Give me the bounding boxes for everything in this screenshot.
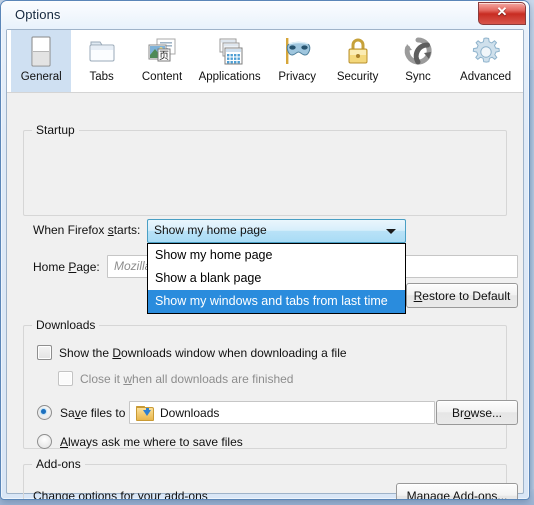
applications-icon: [214, 34, 246, 68]
options-window: Options ✕ General Tabs 页 Content Applica…: [0, 0, 530, 500]
save-files-to-radio[interactable]: [37, 405, 52, 420]
dropdown-option-home-page[interactable]: Show my home page: [148, 244, 405, 267]
tab-applications[interactable]: Applications: [192, 30, 267, 92]
startup-combobox-value: Show my home page: [154, 223, 267, 237]
tab-tabs[interactable]: Tabs: [71, 30, 131, 92]
browse-label: Browse...: [451, 405, 503, 420]
home-page-label: Home Page:: [33, 260, 100, 274]
show-downloads-window-checkbox[interactable]: [37, 345, 52, 360]
save-files-to-label: Save files to: [60, 405, 126, 420]
tab-content-label: Content: [141, 71, 183, 83]
startup-group-title: Startup: [32, 123, 79, 137]
downloads-group: Downloads: [23, 318, 507, 449]
close-icon: ✕: [496, 4, 508, 19]
manage-addons-button[interactable]: Manage Add-ons...: [396, 483, 518, 500]
download-folder-field[interactable]: Downloads: [129, 401, 435, 424]
always-ask-label: Always ask me where to save files: [60, 434, 243, 449]
close-when-finished-checkbox: [58, 371, 73, 386]
show-downloads-window-label: Show the Downloads window when downloadi…: [59, 345, 347, 360]
browse-button[interactable]: Browse...: [436, 400, 518, 425]
startup-combobox[interactable]: Show my home page: [147, 219, 406, 243]
close-when-finished-label: Close it when all downloads are finished: [80, 371, 294, 386]
advanced-gear-icon: [470, 34, 502, 68]
tab-sync[interactable]: Sync: [388, 30, 448, 92]
close-when-finished-row: Close it when all downloads are finished: [58, 371, 293, 386]
startup-group: Startup: [23, 123, 507, 216]
tab-applications-label: Applications: [198, 71, 261, 83]
close-button[interactable]: ✕: [478, 2, 526, 25]
always-ask-row[interactable]: Always ask me where to save files: [37, 434, 243, 449]
dropdown-option-last-time[interactable]: Show my windows and tabs from last time: [148, 290, 405, 313]
privacy-mask-icon: [280, 34, 314, 68]
tab-security[interactable]: Security: [327, 30, 387, 92]
restore-to-default-label: Restore to Default: [413, 288, 511, 303]
tab-tabs-label: Tabs: [89, 71, 114, 83]
folder-tabs-icon: [87, 34, 117, 68]
restore-to-default-button[interactable]: Restore to Default: [406, 283, 518, 308]
tab-advanced[interactable]: Advanced: [448, 30, 523, 92]
content-page-icon: 页: [146, 34, 178, 68]
window-title: Options: [15, 7, 61, 22]
security-lock-icon: [343, 34, 373, 68]
client-area: General Tabs 页 Content Applications Priv…: [6, 29, 524, 499]
tab-sync-label: Sync: [405, 71, 431, 83]
chevron-down-icon: [386, 229, 396, 234]
download-folder-name: Downloads: [160, 405, 220, 420]
sync-arrows-icon: [403, 34, 433, 68]
tab-privacy-label: Privacy: [278, 71, 317, 83]
show-downloads-window-row[interactable]: Show the Downloads window when downloadi…: [37, 345, 347, 360]
tab-privacy[interactable]: Privacy: [267, 30, 327, 92]
addons-description: Change options for your add-ons: [33, 489, 208, 500]
general-page-icon: [28, 34, 54, 68]
always-ask-radio[interactable]: [37, 434, 52, 449]
tab-content[interactable]: 页 Content: [132, 30, 192, 92]
tab-general-label: General: [20, 71, 62, 83]
tab-advanced-label: Advanced: [460, 71, 512, 83]
category-toolbar: General Tabs 页 Content Applications Priv…: [7, 30, 523, 93]
startup-dropdown-list[interactable]: Show my home page Show a blank page Show…: [147, 243, 406, 314]
downloads-group-title: Downloads: [32, 318, 100, 332]
when-firefox-starts-label: When Firefox starts:: [33, 223, 141, 237]
svg-text:页: 页: [159, 50, 169, 62]
title-bar: [1, 1, 529, 29]
manage-addons-label: Manage Add-ons...: [406, 489, 508, 500]
tab-general[interactable]: General: [11, 30, 72, 92]
save-files-to-row[interactable]: Save files to: [37, 405, 125, 420]
dropdown-option-blank-page[interactable]: Show a blank page: [148, 267, 405, 290]
download-folder-icon: [136, 405, 154, 421]
tab-security-label: Security: [336, 71, 379, 83]
addons-group-title: Add-ons: [32, 457, 85, 471]
